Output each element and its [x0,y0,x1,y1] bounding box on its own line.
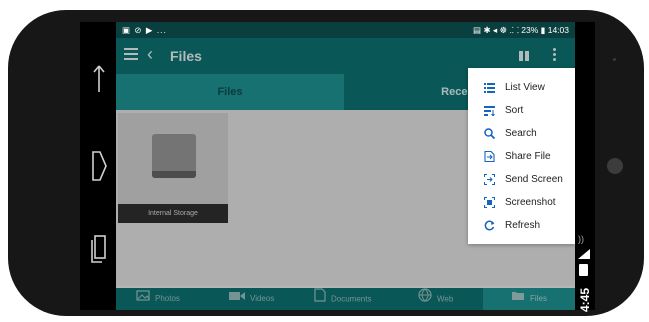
overflow-popup-menu: List View Sort Search Share File Send Sc… [468,68,575,244]
side-clock: 4:45 [578,287,592,312]
next-icon[interactable] [86,148,112,184]
status-bar: ▣ ⊘ ▶ ... ▤ ✱ ◂ ☸ .⸬ 23% ▮ 14:03 [116,22,575,38]
status-right-info: ▤ ✱ ◂ ☸ .⸬ 23% ▮ 14:03 [473,25,569,35]
screenshot-icon [484,197,495,208]
wifi-icon: )) [578,234,584,244]
menu-label-search: Search [505,128,537,139]
menu-label-send-screen: Send Screen [505,174,563,185]
signal-icon [578,249,590,259]
menu-item-share-file[interactable]: Share File [468,145,575,168]
menu-label-screenshot: Screenshot [505,197,556,208]
menu-label-refresh: Refresh [505,220,541,231]
list-view-icon [484,82,495,93]
menu-item-sort[interactable]: Sort [468,99,575,122]
menu-label-sort: Sort [505,105,524,116]
camera-dot [613,58,616,61]
status-left-icons: ▣ ⊘ ▶ ... [122,25,167,35]
home-button[interactable] [607,158,623,174]
sort-icon [484,105,495,116]
menu-label-share-file: Share File [505,151,551,162]
send-screen-icon [484,174,495,185]
recents-icon[interactable] [86,232,112,268]
menu-item-send-screen[interactable]: Send Screen [468,168,575,191]
menu-item-search[interactable]: Search [468,122,575,145]
menu-item-screenshot[interactable]: Screenshot [468,191,575,214]
battery-icon [579,264,588,276]
share-file-icon [484,151,495,162]
refresh-icon [484,220,495,231]
search-icon [484,128,495,139]
rotate-icon[interactable] [86,62,112,98]
menu-label-list-view: List View [505,82,545,93]
menu-item-refresh[interactable]: Refresh [468,214,575,237]
menu-item-list-view[interactable]: List View [468,76,575,99]
